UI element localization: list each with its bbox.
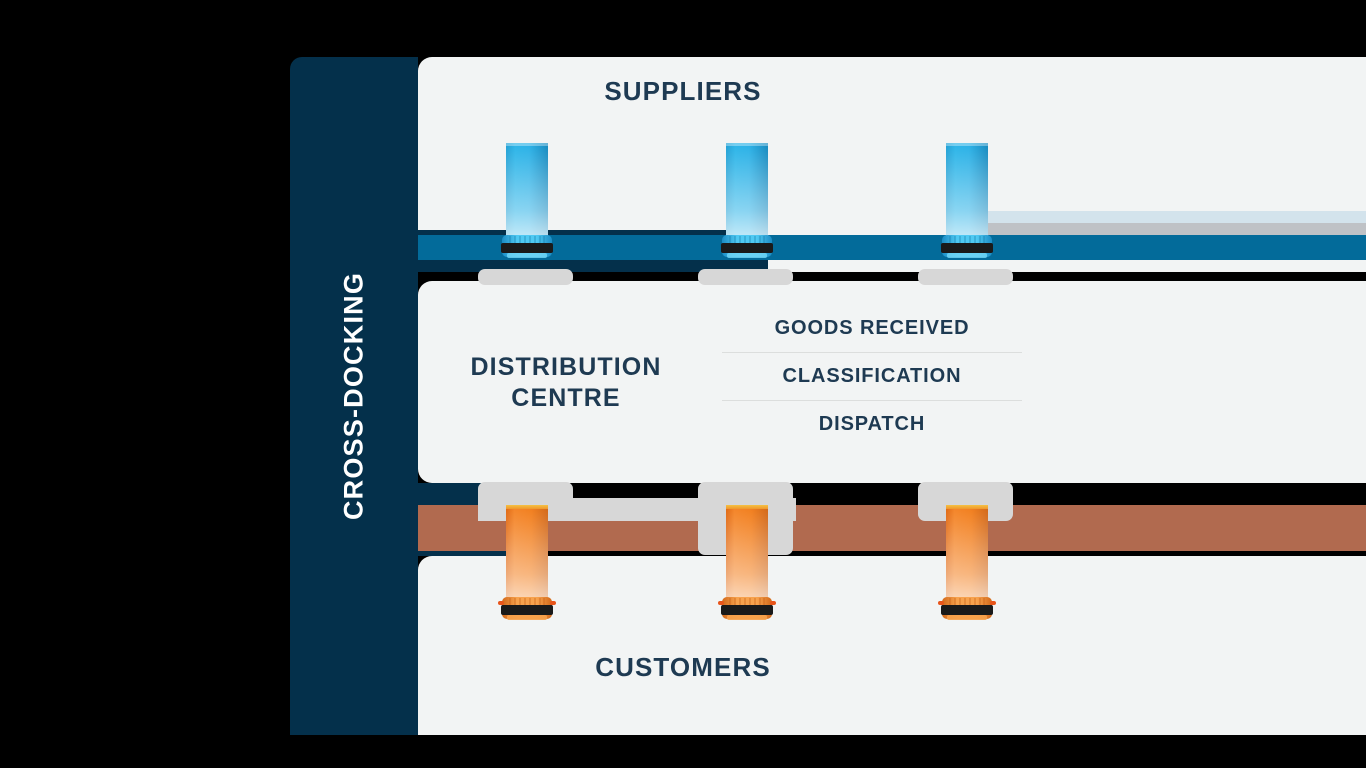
inbound-dock-bay-2 (698, 269, 793, 285)
inbound-dock-bay-3 (918, 269, 1013, 285)
supplier-truck-3-icon (941, 143, 993, 258)
sidebar-label: CROSS-DOCKING (338, 271, 369, 521)
suppliers-title: SUPPLIERS (604, 76, 762, 106)
inbound-flow-band (418, 235, 1366, 260)
cross-docking-diagram: CROSS-DOCKING SUPPLIERS DISTRIBUTION CEN… (0, 0, 1366, 768)
customers-title: CUSTOMERS (595, 652, 771, 682)
dc-stage-dispatch: DISPATCH (818, 413, 926, 435)
dc-stage-goods-received: GOODS RECEIVED (774, 317, 970, 339)
dc-stage-classification: CLASSIFICATION (782, 365, 962, 387)
inbound-band-highlight (985, 211, 1366, 223)
dc-process-stage-list: GOODS RECEIVED CLASSIFICATION DISPATCH (722, 305, 1022, 448)
customers-panel (418, 556, 1366, 735)
customer-truck-3-icon (938, 505, 996, 620)
inbound-band-shadow (985, 223, 1366, 235)
inbound-dock-bay-1 (478, 269, 573, 285)
supplier-truck-2-icon (721, 143, 773, 258)
supplier-truck-1-icon (501, 143, 553, 258)
customer-truck-2-icon (718, 505, 776, 620)
customer-truck-1-icon (498, 505, 556, 620)
distribution-centre-title: DISTRIBUTION CENTRE (470, 353, 662, 412)
cross-docking-sidebar: CROSS-DOCKING (290, 57, 418, 735)
